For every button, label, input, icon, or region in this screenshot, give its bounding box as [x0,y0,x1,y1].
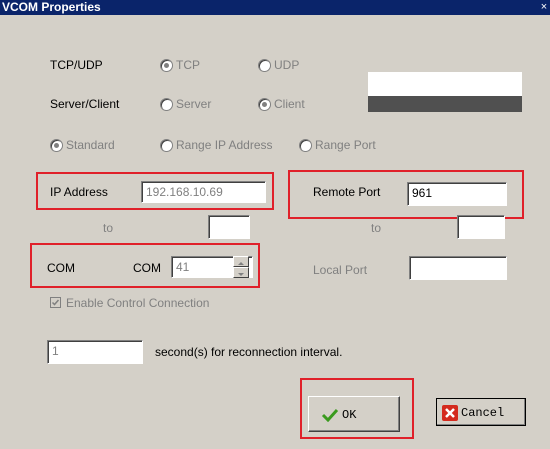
mode-label: Server/Client [50,97,120,111]
spin-up-button[interactable] [233,256,249,267]
ip-address-field[interactable]: 192.168.10.69 [141,181,266,203]
control-connection-checkbox[interactable] [50,297,61,308]
ip-to-label: to [103,221,114,235]
spin-down-button[interactable] [233,267,249,278]
standard-radio-label: Standard [66,138,115,152]
range-port-radio-label: Range Port [315,138,376,152]
cancel-button[interactable]: Cancel [436,398,526,426]
ip-address-label: IP Address [50,185,108,199]
title-bar: VCOM Properties × [0,0,550,15]
window-title: VCOM Properties [2,0,101,14]
cancel-button-label: Cancel [461,406,505,420]
close-icon[interactable]: × [538,0,550,15]
port-to-label: to [371,221,382,235]
local-port-label: Local Port [313,263,368,277]
tcp-radio[interactable] [160,59,173,72]
port-range-end-field[interactable] [457,215,505,239]
server-radio[interactable] [160,98,173,111]
server-radio-label: Server [176,97,212,111]
udp-radio[interactable] [258,59,271,72]
com-prefix-label: COM [133,261,161,275]
range-port-radio[interactable] [299,139,312,152]
control-connection-label: Enable Control Connection [66,296,210,310]
green-check-icon [321,408,339,422]
protocol-label: TCP/UDP [50,58,103,72]
arrow-down-icon [238,273,244,276]
reconnect-interval-label: second(s) for reconnection interval. [155,345,343,359]
foreground-color-swatch[interactable] [368,96,522,112]
ok-button-label: OK [342,408,357,422]
background-color-swatch[interactable] [368,72,522,96]
com-label: COM [47,261,75,275]
standard-radio[interactable] [50,139,63,152]
udp-radio-label: UDP [274,58,300,72]
client-radio-label: Client [274,97,305,111]
ok-button[interactable]: OK [308,396,400,432]
red-x-icon [442,405,458,421]
client-radio[interactable] [258,98,271,111]
range-ip-radio-label: Range IP Address [176,138,273,152]
ip-range-end-field[interactable] [208,215,250,239]
remote-port-field[interactable]: 961 [407,182,507,206]
remote-port-label: Remote Port [313,185,381,199]
range-ip-radio[interactable] [160,139,173,152]
checkmark-icon [51,299,60,306]
reconnect-interval-field[interactable]: 1 [47,340,143,364]
tcp-radio-label: TCP [176,58,200,72]
com-spinner[interactable] [233,256,249,278]
local-port-field[interactable] [409,256,507,280]
